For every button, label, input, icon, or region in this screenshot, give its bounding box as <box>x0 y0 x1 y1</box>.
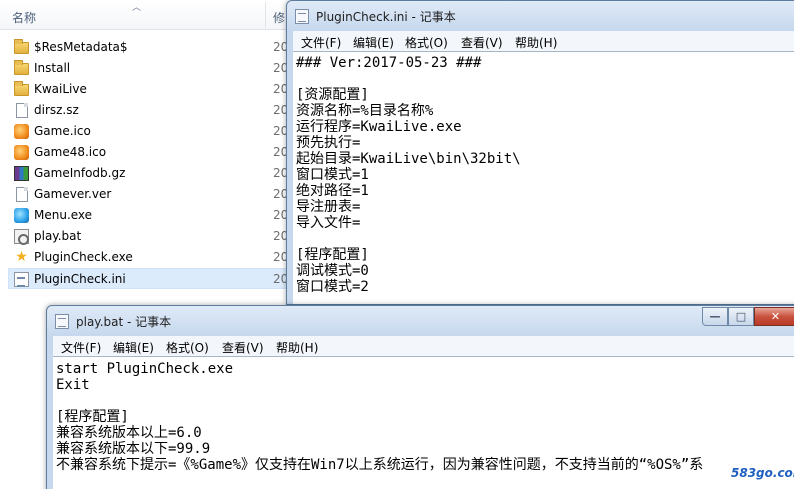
text-line: 兼容系统版本以上=6.0 <box>56 425 202 441</box>
file-list-item[interactable]: ★ PluginCheck.exe 20 <box>0 247 290 268</box>
text-line: 预先执行= <box>296 135 361 151</box>
game-icon <box>14 145 29 160</box>
window-titlebar[interactable]: PluginCheck.ini - 记事本 <box>287 1 794 31</box>
file-list-item[interactable]: $ResMetadata$ 20 <box>0 37 290 58</box>
column-divider[interactable] <box>265 2 266 28</box>
text-line: [程序配置] <box>296 247 369 263</box>
minimize-button[interactable]: — <box>702 307 728 326</box>
document-icon <box>16 187 28 202</box>
file-list-item[interactable]: dirsz.sz 20 <box>0 100 290 121</box>
file-name: Install <box>34 61 71 75</box>
menu-edit[interactable]: 编辑(E) <box>113 339 154 356</box>
maximize-button[interactable]: □ <box>728 307 754 326</box>
menu-view[interactable]: 查看(V) <box>461 34 503 51</box>
site-watermark: 583go.com <box>728 466 794 480</box>
text-editor[interactable]: ### Ver:2017-05-23 ### [资源配置] 资源名称=%目录名称% 运… <box>293 51 794 304</box>
notepad-icon <box>295 9 309 24</box>
window-title: play.bat - 记事本 <box>76 315 172 329</box>
menu-file[interactable]: 文件(F) <box>301 34 341 51</box>
file-name: Menu.exe <box>34 208 93 222</box>
text-line: 调试模式=0 <box>296 263 369 279</box>
ini-file-icon <box>14 272 29 287</box>
file-list-item[interactable]: KwaiLive 20 <box>0 79 290 100</box>
archive-icon <box>14 166 29 181</box>
notepad-window-play-bat[interactable]: play.bat - 记事本 — □ ✕ 文件(F) 编辑(E) 格式(O) 查… <box>46 305 794 489</box>
file-list-item[interactable]: Game.ico 20 <box>0 121 290 142</box>
game-icon <box>14 124 29 139</box>
text-line: 窗口模式=2 <box>296 279 369 295</box>
menu-edit[interactable]: 编辑(E) <box>353 34 394 51</box>
file-name: PluginCheck.ini <box>34 272 126 286</box>
folder-icon <box>14 81 29 96</box>
file-list-item[interactable]: GameInfodb.gz 20 <box>0 163 290 184</box>
file-list-item[interactable]: Gamever.ver 20 <box>0 184 290 205</box>
text-line: 导注册表= <box>296 199 361 215</box>
window-titlebar[interactable]: play.bat - 记事本 — □ ✕ <box>47 306 794 336</box>
file-name: GameInfodb.gz <box>34 166 126 180</box>
menu-bar: 文件(F) 编辑(E) 格式(O) 查看(V) 帮助(H) <box>293 31 794 51</box>
file-name: Gamever.ver <box>34 187 112 201</box>
menu-view[interactable]: 查看(V) <box>222 339 264 356</box>
batch-file-icon <box>14 229 29 245</box>
close-icon: ✕ <box>770 310 781 323</box>
star-app-icon: ★ <box>15 249 28 265</box>
minimize-icon: — <box>709 310 721 323</box>
text-line: 不兼容系统下提示=《%Game%》仅支持在Win7以上系统运行，因为兼容性问题，… <box>56 457 704 473</box>
text-line: [资源配置] <box>296 87 369 103</box>
file-name: $ResMetadata$ <box>34 40 128 54</box>
file-list-item[interactable]: Install 20 <box>0 58 290 79</box>
notepad-icon <box>55 314 69 329</box>
text-editor[interactable]: start PluginCheck.exe Exit [程序配置] 兼容系统版本以上=… <box>53 356 794 489</box>
column-header-bar: ︿ 名称 修 <box>0 0 300 30</box>
file-list-item[interactable]: play.bat 20 <box>0 226 290 247</box>
file-name: PluginCheck.exe <box>34 250 133 264</box>
text-line: [程序配置] <box>56 409 129 425</box>
menu-bar: 文件(F) 编辑(E) 格式(O) 查看(V) 帮助(H) <box>53 336 794 356</box>
text-line: Exit <box>56 377 90 393</box>
file-name: KwaiLive <box>34 82 87 96</box>
text-line: 窗口模式=1 <box>296 167 369 183</box>
text-line: 兼容系统版本以下=99.9 <box>56 441 211 457</box>
text-line: ### Ver:2017-05-23 ### <box>296 55 482 71</box>
menu-help[interactable]: 帮助(H) <box>515 34 557 51</box>
menu-file[interactable]: 文件(F) <box>61 339 101 356</box>
column-header-name[interactable]: 名称 <box>12 9 36 26</box>
window-title: PluginCheck.ini - 记事本 <box>316 10 456 24</box>
close-button[interactable]: ✕ <box>754 307 794 326</box>
file-name: play.bat <box>34 229 82 243</box>
text-line: 导入文件= <box>296 215 361 231</box>
file-name: dirsz.sz <box>34 103 79 117</box>
menu-app-icon <box>14 208 29 223</box>
menu-help[interactable]: 帮助(H) <box>276 339 318 356</box>
sort-chevron-icon: ︿ <box>132 3 142 13</box>
file-list-item[interactable]: Menu.exe 20 <box>0 205 290 226</box>
document-icon <box>16 103 28 118</box>
file-list-item[interactable]: Game48.ico 20 <box>0 142 290 163</box>
text-line: start PluginCheck.exe <box>56 361 234 377</box>
file-list-item[interactable]: PluginCheck.ini 20 <box>8 268 290 289</box>
menu-format[interactable]: 格式(O) <box>405 34 448 51</box>
text-line: 资源名称=%目录名称% <box>296 103 434 119</box>
folder-icon <box>14 60 29 75</box>
text-line: 绝对路径=1 <box>296 183 369 199</box>
column-header-modified[interactable]: 修 <box>273 9 285 26</box>
folder-icon <box>14 39 29 54</box>
maximize-icon: □ <box>735 310 747 323</box>
text-line: 起始目录=KwaiLive\bin\32bit\ <box>296 151 521 167</box>
notepad-window-plugincheck-ini[interactable]: PluginCheck.ini - 记事本 文件(F) 编辑(E) 格式(O) … <box>286 0 794 305</box>
menu-format[interactable]: 格式(O) <box>166 339 209 356</box>
file-name: Game48.ico <box>34 145 107 159</box>
text-line: 运行程序=KwaiLive.exe <box>296 119 462 135</box>
file-name: Game.ico <box>34 124 91 138</box>
